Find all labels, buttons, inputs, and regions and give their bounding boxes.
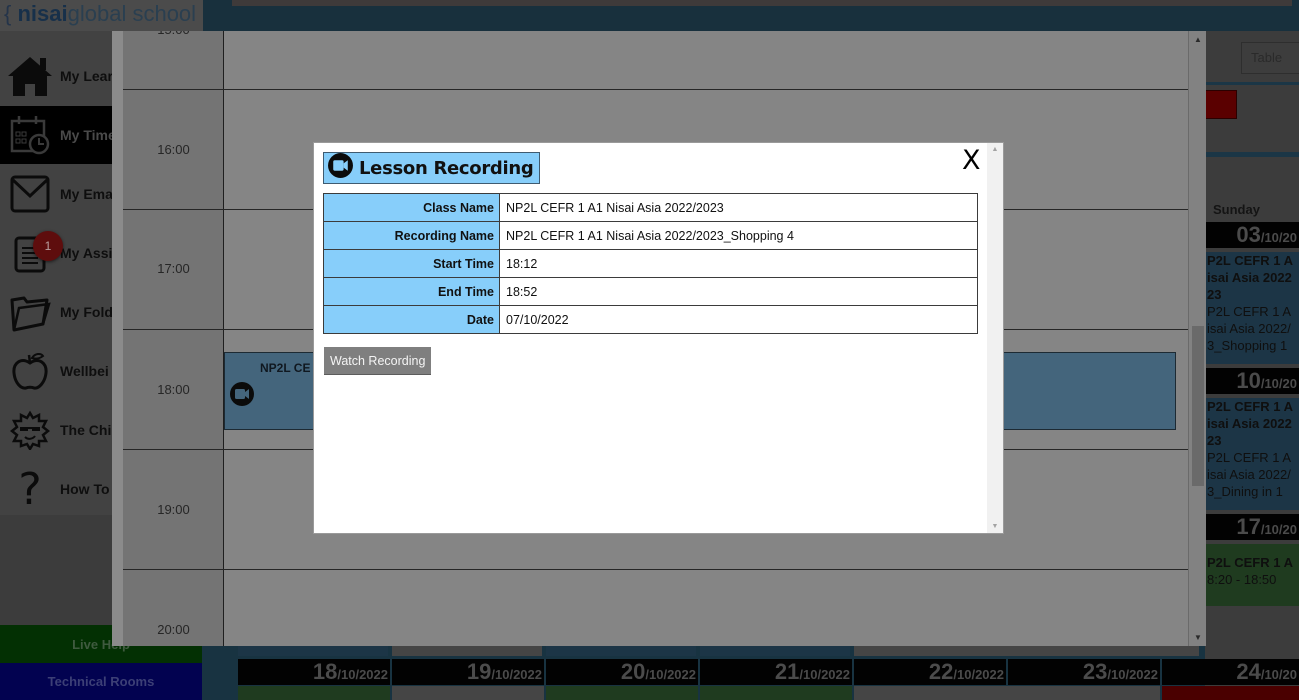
table-row: Recording Name NP2L CEFR 1 A1 Nisai Asia … xyxy=(323,221,978,250)
calendar-event[interactable] xyxy=(546,646,696,656)
scroll-up-arrow-icon[interactable]: ▲ xyxy=(1189,35,1206,44)
red-action-button[interactable] xyxy=(1205,90,1237,119)
date-header: 20/10/2022 xyxy=(546,659,698,685)
recording-details-table: Class Name NP2L CEFR 1 A1 Nisai Asia 2022… xyxy=(323,193,978,334)
calendar-event[interactable] xyxy=(238,686,390,700)
chill-sun-icon xyxy=(0,401,60,459)
day-header-sunday: Sunday xyxy=(1213,202,1260,217)
question-icon: ? xyxy=(18,463,42,515)
divider xyxy=(1205,82,1299,85)
lesson-recording-modal: Lesson Recording X Class Name NP2L CEFR 1… xyxy=(313,142,1004,534)
empty-cell xyxy=(392,686,544,700)
calendar-event[interactable] xyxy=(700,686,852,700)
calendar-event[interactable] xyxy=(700,646,850,656)
calendar-event[interactable] xyxy=(546,686,698,700)
empty-cell xyxy=(854,686,1160,700)
row-value: 07/10/2022 xyxy=(499,305,978,334)
schedule-scrollbar[interactable]: ▲ ▼ xyxy=(1188,31,1206,646)
scroll-up-arrow-icon[interactable]: ▲ xyxy=(987,146,1003,153)
time-label: 19:00 xyxy=(157,502,190,517)
table-row: Class Name NP2L CEFR 1 A1 Nisai Asia 2022… xyxy=(323,193,978,222)
lesson-event-title: NP2L CE xyxy=(260,361,311,375)
apple-icon xyxy=(0,342,60,400)
scroll-down-arrow-icon[interactable]: ▼ xyxy=(987,523,1003,530)
calendar-event[interactable]: P2L CEFR 1 A 8:20 - 18:50 xyxy=(1205,544,1299,606)
calendar-event[interactable]: P2L CEFR 1 Aisai Asia 2022 23 P2L CEFR 1 … xyxy=(1205,252,1299,364)
hour-divider xyxy=(123,89,1188,90)
table-row: Start Time 18:12 xyxy=(323,249,978,278)
empty-cell xyxy=(854,646,1199,656)
row-value: 18:12 xyxy=(499,249,978,278)
video-camera-icon xyxy=(327,152,354,184)
hour-divider xyxy=(123,569,1188,570)
view-select[interactable]: Table xyxy=(1241,42,1299,74)
technical-rooms-button[interactable]: Technical Rooms xyxy=(0,663,202,700)
time-label: 15:00 xyxy=(123,31,224,37)
video-camera-icon xyxy=(229,381,255,412)
row-key: Date xyxy=(323,305,500,334)
time-label: 18:00 xyxy=(157,382,190,397)
divider xyxy=(1205,152,1299,157)
date-header: 23/10/2022 xyxy=(1008,659,1160,685)
date-header: 10/10/20 xyxy=(1205,368,1299,394)
logo[interactable]: { nisaiglobal school xyxy=(0,0,203,31)
date-header: 19/10/2022 xyxy=(392,659,544,685)
date-header: 24/10/20 xyxy=(1162,659,1299,685)
date-header: 22/10/2022 xyxy=(854,659,1006,685)
date-header: 18/10/2022 xyxy=(238,659,390,685)
scroll-down-arrow-icon[interactable]: ▼ xyxy=(1189,633,1206,642)
panel-margin xyxy=(112,31,123,646)
close-button[interactable]: X xyxy=(962,145,981,176)
date-header: 03/10/20 xyxy=(1205,222,1299,248)
row-value: 18:52 xyxy=(499,277,978,306)
notification-badge: 1 xyxy=(33,231,63,261)
email-icon xyxy=(0,165,60,223)
modal-scrollbar[interactable]: ▲ ▼ xyxy=(987,143,1003,533)
calendar-event[interactable] xyxy=(1162,686,1299,700)
search-bar-strip[interactable] xyxy=(232,0,1292,6)
date-header: 17/10/20 xyxy=(1205,514,1299,540)
time-label: 20:00 xyxy=(157,622,190,637)
table-row: End Time 18:52 xyxy=(323,277,978,306)
row-key: Start Time xyxy=(323,249,500,278)
date-header: 21/10/2022 xyxy=(700,659,852,685)
scrollbar-thumb[interactable] xyxy=(1192,326,1204,486)
folder-icon xyxy=(0,283,60,341)
watch-recording-button[interactable]: Watch Recording xyxy=(324,347,432,375)
row-value: NP2L CEFR 1 A1 Nisai Asia 2022/2023 xyxy=(499,193,978,222)
timetable-icon xyxy=(0,106,60,164)
row-value: NP2L CEFR 1 A1 Nisai Asia 2022/2023_Shop… xyxy=(499,221,978,250)
empty-cell xyxy=(392,646,542,656)
modal-title: Lesson Recording xyxy=(323,152,540,184)
home-icon xyxy=(0,47,60,105)
row-key: End Time xyxy=(323,277,500,306)
row-key: Recording Name xyxy=(323,221,500,250)
calendar-event[interactable] xyxy=(238,646,388,656)
time-column xyxy=(123,31,224,646)
table-row: Date 07/10/2022 xyxy=(323,305,978,334)
calendar-event[interactable]: P2L CEFR 1 Aisai Asia 2022 23 P2L CEFR 1 … xyxy=(1205,398,1299,510)
row-key: Class Name xyxy=(323,193,500,222)
time-label: 17:00 xyxy=(157,261,190,276)
time-label: 16:00 xyxy=(157,142,190,157)
